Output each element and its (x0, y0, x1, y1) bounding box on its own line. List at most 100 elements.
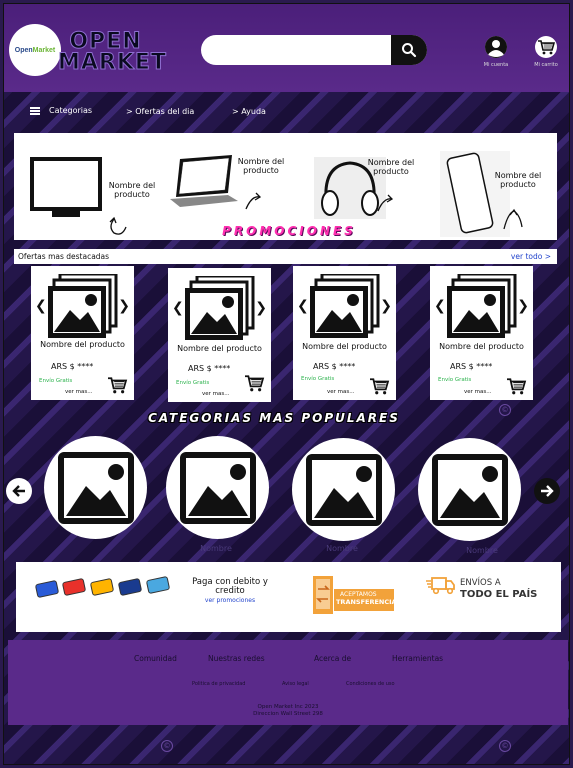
product-name: Nombre del producto (439, 342, 524, 351)
logo[interactable]: Open Market (9, 24, 61, 76)
search-input[interactable] (211, 41, 381, 59)
category-item[interactable] (166, 436, 269, 539)
view-all-link[interactable]: ver todo > (511, 252, 551, 261)
footer-copyright: Open Market Inc 2023 Direccion Wall Stre… (8, 704, 568, 718)
footer-community[interactable]: Comunidad (134, 654, 177, 663)
product-price: ARS $ **** (313, 362, 356, 371)
cart-icon (535, 36, 557, 58)
privacy-link[interactable]: Politica de privacidad (192, 681, 245, 687)
arrow-right-icon (541, 485, 554, 497)
nav-offers[interactable]: > Ofertas del dia (126, 107, 194, 116)
footer-social[interactable]: Nuestras redes (208, 654, 265, 663)
category-item[interactable] (44, 436, 147, 539)
product-price: ARS $ **** (450, 362, 493, 371)
payment-text: Paga con debito y credito (192, 577, 268, 597)
offers-header: Ofertas mas destacadas ver todo > (14, 249, 557, 264)
menu-icon[interactable] (30, 107, 40, 115)
footer-about[interactable]: Acerca de (314, 654, 351, 663)
nav-categories[interactable]: Categorias (49, 106, 92, 115)
copyright-line-1: Open Market Inc 2023 (257, 704, 319, 710)
image-placeholder-icon (306, 454, 382, 526)
category-name: Nombre (200, 544, 232, 553)
image-placeholder-icon (185, 276, 255, 340)
product-card[interactable]: ❮ ❯ Nombre del producto ARS $ **** Envío… (293, 266, 396, 400)
legal-link[interactable]: Aviso legal (282, 681, 309, 687)
image-placeholder-icon (58, 452, 134, 524)
transfer-icon (313, 576, 333, 614)
add-to-cart-icon[interactable] (243, 374, 265, 392)
credit-card-icon (145, 575, 171, 595)
category-name: Nombre (326, 544, 358, 553)
image-placeholder-icon (48, 274, 118, 338)
copyright-icon: © (499, 740, 511, 752)
add-to-cart-icon[interactable] (505, 377, 527, 395)
product-card[interactable]: ❮ ❯ Nombre del producto ARS $ **** Envío… (168, 268, 271, 402)
categories-title: CATEGORIAS MAS POPULARES (148, 411, 400, 425)
promo-banner[interactable]: Nombre del producto Nombre del producto … (14, 133, 557, 240)
image-placeholder-icon (447, 274, 517, 338)
carousel-next-button[interactable] (534, 478, 560, 504)
shipping-badge: ENVÍOS A TODO EL PAÍS (426, 576, 537, 600)
chevron-right-icon[interactable]: ❯ (517, 298, 529, 314)
chevron-right-icon[interactable]: ❯ (255, 300, 267, 316)
visa-card-icon (34, 579, 60, 599)
chevron-left-icon[interactable]: ❮ (297, 298, 309, 314)
add-to-cart-icon[interactable] (106, 376, 128, 394)
diners-card-icon (89, 577, 115, 597)
free-shipping-label: Envío Gratis (39, 378, 73, 384)
terms-link[interactable]: Condiciones de uso (346, 681, 395, 687)
transfer-line-2: TRANSFERENCIA (336, 598, 397, 606)
cart-button[interactable]: Mi carrito (526, 36, 566, 68)
image-placeholder-icon (432, 454, 508, 526)
offers-title: Ofertas mas destacadas (18, 252, 110, 261)
category-item[interactable] (292, 438, 395, 541)
see-more-link[interactable]: ver mas... (65, 389, 93, 395)
nav-help[interactable]: > Ayuda (232, 107, 266, 116)
logo-text-a: Open (14, 46, 33, 54)
account-label: Mi cuenta (483, 62, 509, 68)
promo-product-name-4: Nombre del producto (494, 171, 542, 190)
shipping-line-2: TODO EL PAÍS (460, 589, 538, 600)
curl-arrow-icon (245, 192, 262, 210)
copyright-line-2: Direccion Wall Street 298 (253, 711, 323, 718)
header: Open Market OPEN MARKET Mi cuenta Mi car… (4, 4, 569, 92)
user-icon (485, 36, 507, 58)
copyright-icon: © (499, 404, 511, 416)
promo-product-name-2: Nombre del producto (237, 157, 285, 176)
product-card[interactable]: ❮ ❯ Nombre del producto ARS $ **** Envío… (430, 266, 533, 400)
curl-arrow-icon (109, 216, 127, 235)
promo-title: PROMOCIONES (222, 224, 356, 238)
page: Open Market OPEN MARKET Mi cuenta Mi car… (3, 3, 570, 765)
curl-arrow-icon (503, 208, 523, 230)
shipping-line-1: ENVÍOS A (460, 578, 501, 588)
carousel-prev-button[interactable] (6, 478, 32, 504)
promo-product-name-3: Nombre del producto (367, 158, 415, 177)
chevron-left-icon[interactable]: ❮ (172, 300, 184, 316)
see-more-link[interactable]: ver mas... (327, 389, 355, 395)
chevron-right-icon[interactable]: ❯ (118, 298, 130, 314)
footer: Comunidad Nuestras redes Acerca de Herra… (8, 640, 568, 725)
chevron-right-icon[interactable]: ❯ (380, 298, 392, 314)
category-item[interactable] (418, 438, 521, 541)
promotions-link[interactable]: ver promociones (180, 597, 280, 604)
mastercard-card-icon (61, 577, 87, 597)
footer-tools[interactable]: Herramientas (392, 654, 443, 663)
add-to-cart-icon[interactable] (368, 377, 390, 395)
product-name: Nombre del producto (177, 344, 262, 353)
product-card[interactable]: ❮ ❯ Nombre del producto ARS $ **** Envío… (31, 266, 134, 400)
chevron-left-icon[interactable]: ❮ (35, 298, 47, 314)
account-button[interactable]: Mi cuenta (476, 36, 516, 68)
payment-strip: Paga con debito y credito ver promocione… (16, 562, 561, 632)
search-button[interactable] (391, 35, 427, 65)
product-name: Nombre del producto (302, 342, 387, 351)
chevron-left-icon[interactable]: ❮ (434, 298, 446, 314)
product-price: ARS $ **** (51, 362, 94, 371)
see-more-link[interactable]: ver mas... (202, 391, 230, 397)
transfer-line-1: ACEPTAMOS (340, 591, 377, 598)
see-more-link[interactable]: ver mas... (464, 389, 492, 395)
transfer-badge: ACEPTAMOS TRANSFERENCIA (312, 575, 397, 615)
brand-wordmark[interactable]: OPEN MARKET (58, 30, 167, 74)
category-name: Nombre (466, 546, 498, 555)
logo-text-b: Market (32, 46, 56, 54)
curl-arrow-icon (377, 194, 394, 212)
